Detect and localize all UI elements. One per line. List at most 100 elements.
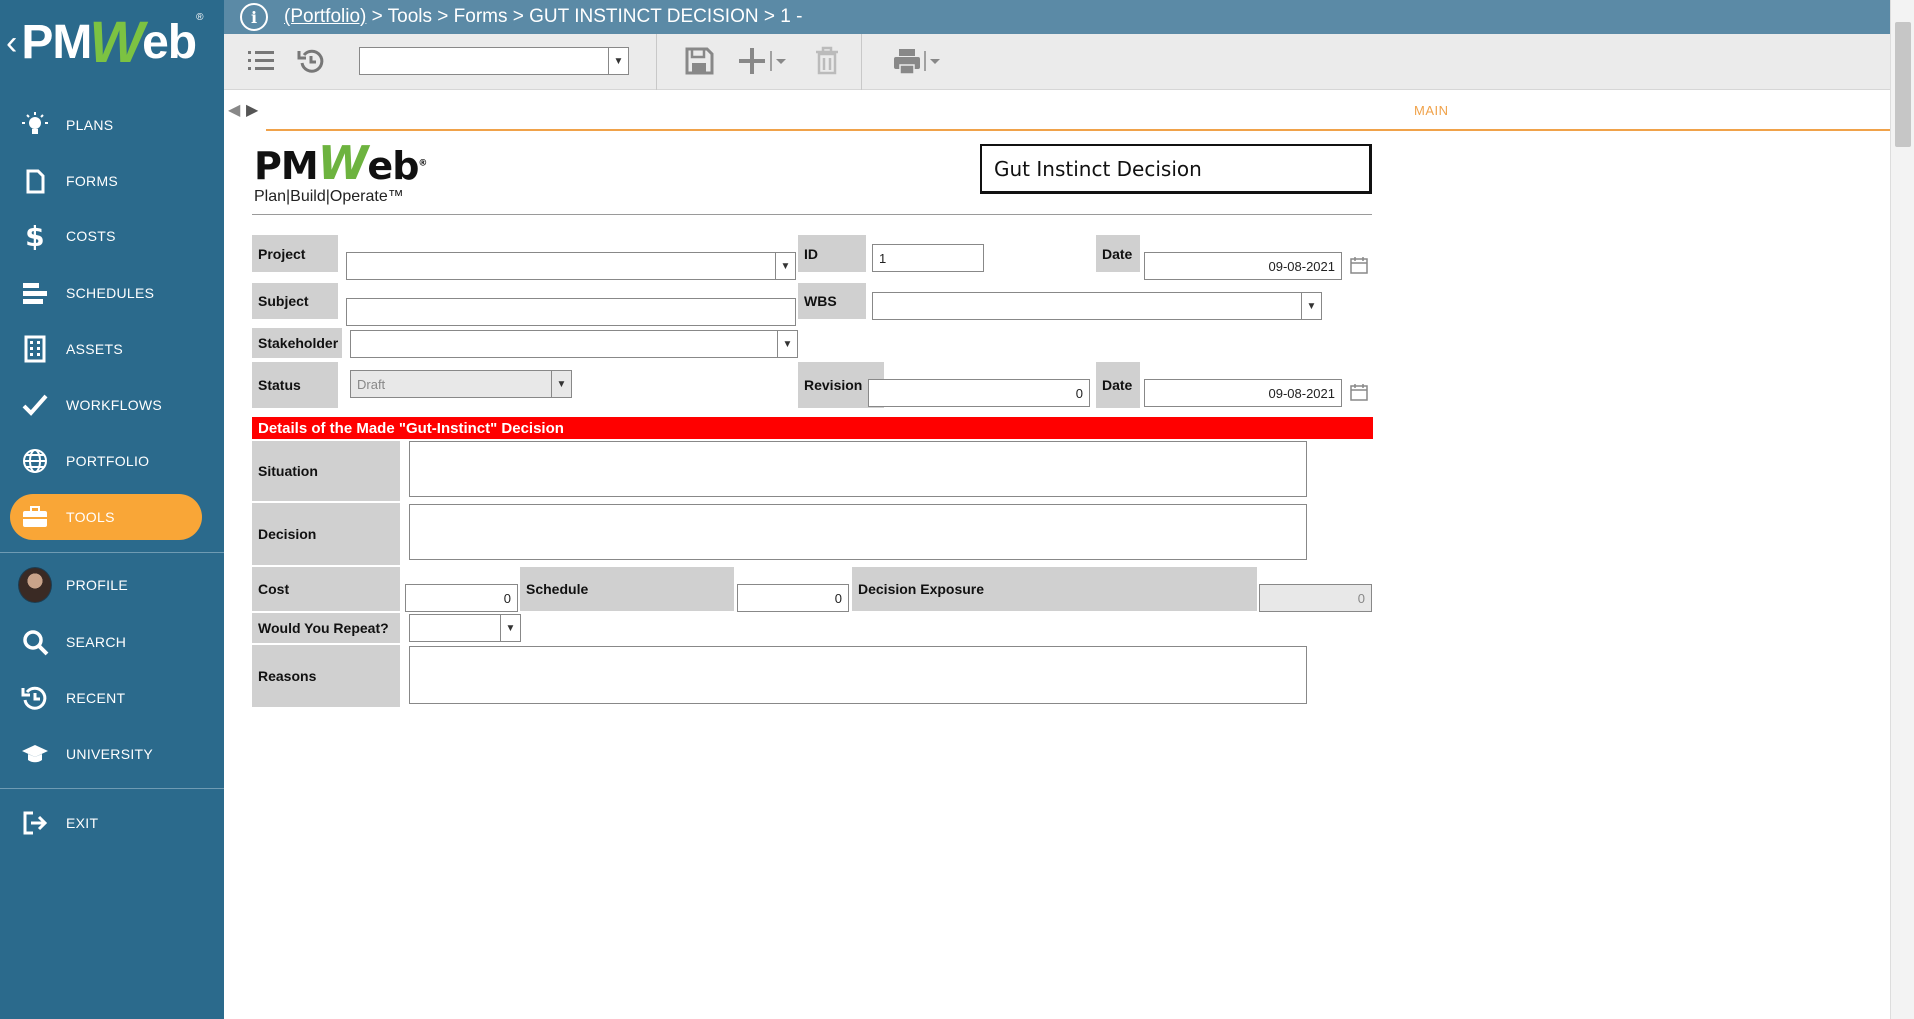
nav-label: PROFILE <box>66 577 129 593</box>
toolbar-separator <box>861 34 862 90</box>
nav-label: SCHEDULES <box>66 285 155 301</box>
wbs-select[interactable] <box>872 292 1322 320</box>
nav-recent[interactable]: RECENT <box>0 675 224 721</box>
nav-assets[interactable]: ASSETS <box>0 326 224 372</box>
lightbulb-icon <box>18 110 52 140</box>
repeat-dropdown[interactable]: ▼ <box>500 614 521 642</box>
wbs-dropdown[interactable]: ▼ <box>1298 292 1322 320</box>
nav-label: WORKFLOWS <box>66 397 163 413</box>
nav-plans[interactable]: PLANS <box>0 102 224 148</box>
section-header: Details of the Made "Gut-Instinct" Decis… <box>252 417 1373 439</box>
nav-label: FORMS <box>66 173 119 189</box>
nav-label: SEARCH <box>66 634 127 650</box>
nav-forms[interactable]: FORMS <box>0 158 224 204</box>
form-title: Gut Instinct Decision <box>980 144 1372 194</box>
revision-date-field[interactable]: 09-08-2021 <box>1144 379 1342 407</box>
cost-field[interactable]: 0 <box>405 584 518 612</box>
tab-bar: ◀ ▶ MAIN <box>224 90 1890 132</box>
info-icon[interactable]: i <box>240 3 268 31</box>
nav-search[interactable]: SEARCH <box>0 619 224 665</box>
subject-field[interactable] <box>346 298 796 326</box>
schedule-label: Schedule <box>520 567 734 611</box>
chevron-right-icon[interactable]: ▶ <box>246 100 258 120</box>
document-icon <box>18 166 52 196</box>
status-label: Status <box>252 362 338 408</box>
cost-label: Cost <box>252 567 400 611</box>
chevron-down-icon[interactable]: ▼ <box>500 615 520 641</box>
nav-costs[interactable]: $ COSTS <box>0 213 224 259</box>
breadcrumb: i (Portfolio) > Tools > Forms > GUT INST… <box>224 0 1890 34</box>
situation-label: Situation <box>252 441 400 501</box>
tab-underline <box>266 129 1890 131</box>
reasons-textarea[interactable] <box>409 646 1307 704</box>
id-field[interactable]: 1 <box>872 244 984 272</box>
nav-label: ASSETS <box>66 341 124 357</box>
breadcrumb-portfolio-link[interactable]: (Portfolio) <box>284 6 366 28</box>
id-label: ID <box>798 235 866 272</box>
exit-icon <box>18 808 52 838</box>
logo-w: W <box>89 10 145 75</box>
situation-textarea[interactable] <box>409 441 1307 497</box>
form-area: PMWeb® Plan|Build|Operate™ Gut Instinct … <box>224 132 1890 1019</box>
svg-text:$: $ <box>25 222 45 250</box>
calendar-icon[interactable] <box>1350 383 1368 401</box>
print-icon[interactable] <box>892 44 948 78</box>
project-label: Project <box>252 235 338 272</box>
form-logo-mark: PMWeb® <box>254 136 427 190</box>
reasons-label: Reasons <box>252 645 400 707</box>
nav-label: RECENT <box>66 690 126 706</box>
list-icon[interactable] <box>246 44 276 78</box>
add-icon[interactable] <box>738 44 794 78</box>
schedule-field[interactable]: 0 <box>737 584 849 612</box>
form-divider <box>252 214 1372 215</box>
project-dropdown[interactable]: ▼ <box>772 252 796 280</box>
nav-schedules[interactable]: SCHEDULES <box>0 270 224 316</box>
status-dropdown[interactable]: ▼ <box>551 370 572 398</box>
calendar-icon[interactable] <box>1350 256 1368 274</box>
revision-field[interactable]: 0 <box>868 379 1090 407</box>
nav-label: TOOLS <box>66 509 115 525</box>
decision-textarea[interactable] <box>409 504 1307 560</box>
nav-tools[interactable]: TOOLS <box>10 494 202 540</box>
nav-portfolio[interactable]: PORTFOLIO <box>0 438 224 484</box>
history-icon[interactable] <box>296 44 326 78</box>
scrollbar-thumb[interactable] <box>1895 22 1911 147</box>
decision-label: Decision <box>252 503 400 565</box>
chevron-left-icon[interactable]: ◀ <box>228 100 240 120</box>
registered-icon: ® <box>196 12 204 23</box>
breadcrumb-path: > Tools > Forms > GUT INSTINCT DECISION … <box>366 6 803 27</box>
date-field[interactable]: 09-08-2021 <box>1144 252 1342 280</box>
nav-workflows[interactable]: WORKFLOWS <box>0 382 224 428</box>
nav-label: UNIVERSITY <box>66 746 154 762</box>
nav-exit[interactable]: EXIT <box>0 800 224 846</box>
decision-exposure-field: 0 <box>1259 584 1372 612</box>
nav-label: PLANS <box>66 117 114 133</box>
chevron-down-icon[interactable]: ▼ <box>608 48 628 74</box>
nav-label: EXIT <box>66 815 99 831</box>
logo-pm: PM <box>21 16 92 69</box>
date-label: Date <box>1096 362 1140 408</box>
trash-icon[interactable] <box>812 44 842 78</box>
vertical-scrollbar[interactable] <box>1890 0 1914 1019</box>
history-icon <box>18 683 52 713</box>
stakeholder-select[interactable] <box>350 330 798 358</box>
app-logo[interactable]: ‹ PM Web ® <box>6 8 211 78</box>
project-select[interactable] <box>346 252 796 280</box>
chevron-down-icon[interactable]: ▼ <box>775 253 795 279</box>
chevron-down-icon[interactable]: ▼ <box>777 331 797 357</box>
chevron-down-icon[interactable]: ▼ <box>1301 293 1321 319</box>
stakeholder-label: Stakeholder <box>252 328 342 358</box>
save-icon[interactable] <box>684 44 714 78</box>
nav-university[interactable]: UNIVERSITY <box>0 731 224 777</box>
nav-profile[interactable]: PROFILE <box>0 562 224 608</box>
briefcase-icon <box>18 502 52 532</box>
graduation-cap-icon <box>18 739 52 769</box>
tab-main[interactable]: MAIN <box>1414 103 1449 118</box>
form-logo: PMWeb® Plan|Build|Operate™ <box>254 140 494 212</box>
nav-label: COSTS <box>66 228 116 244</box>
status-select[interactable]: Draft <box>350 370 572 398</box>
record-selector[interactable]: ▼ <box>359 47 629 75</box>
toolbar-separator <box>656 34 657 90</box>
chevron-down-icon[interactable]: ▼ <box>551 371 571 397</box>
stakeholder-dropdown[interactable]: ▼ <box>774 330 798 358</box>
